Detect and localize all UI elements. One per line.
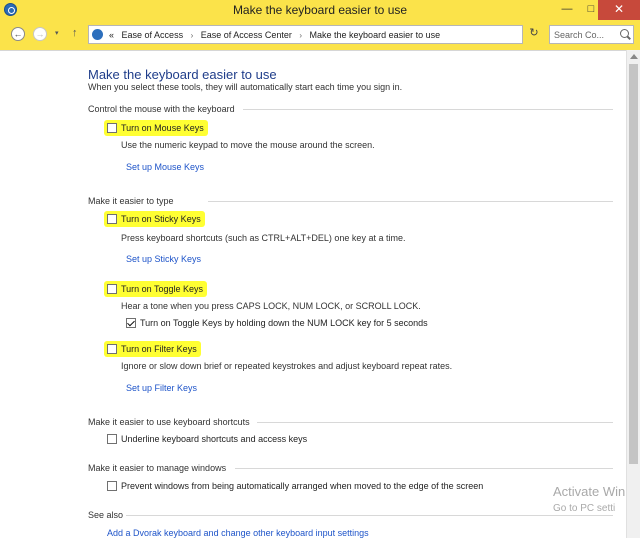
vertical-scrollbar[interactable]: [626, 50, 640, 538]
filter-keys-description: Ignore or slow down brief or repeated ke…: [121, 361, 453, 371]
section-heading-see-also: See also: [88, 510, 124, 520]
scroll-up-arrow[interactable]: [630, 54, 638, 59]
forward-button[interactable]: →: [33, 27, 47, 41]
filter-keys-checkbox-row[interactable]: Turn on Filter Keys: [104, 341, 201, 357]
mouse-keys-checkbox[interactable]: [107, 123, 117, 133]
section-divider: [257, 422, 613, 423]
toggle-keys-checkbox[interactable]: [107, 284, 117, 294]
breadcrumb-separator[interactable]: ›: [191, 31, 194, 40]
toggle-keys-label[interactable]: Turn on Toggle Keys: [121, 284, 203, 294]
breadcrumb-overflow[interactable]: «: [109, 30, 114, 40]
back-button[interactable]: ←: [11, 27, 25, 41]
section-divider: [235, 468, 613, 469]
sticky-keys-checkbox-row[interactable]: Turn on Sticky Keys: [104, 211, 205, 227]
prevent-arrange-checkbox[interactable]: [107, 481, 117, 491]
window-title: Make the keyboard easier to use: [232, 3, 408, 17]
sticky-keys-label[interactable]: Turn on Sticky Keys: [121, 214, 201, 224]
page-intro: When you select these tools, they will a…: [88, 82, 403, 92]
dvorak-keyboard-link[interactable]: Add a Dvorak keyboard and change other k…: [107, 528, 369, 538]
search-input[interactable]: [554, 28, 616, 41]
address-bar[interactable]: « › Ease of Access › Ease of Access Cent…: [88, 25, 597, 44]
setup-sticky-keys-link[interactable]: Set up Sticky Keys: [126, 254, 201, 264]
minimize-button[interactable]: —: [554, 0, 580, 20]
navigation-bar: ← → ▾ ↑ « › Ease of Access › Ease of Acc…: [0, 20, 640, 50]
mouse-keys-checkbox-row[interactable]: Turn on Mouse Keys: [104, 120, 208, 136]
section-heading-typing: Make it easier to type: [88, 196, 174, 206]
control-panel-icon: [92, 29, 103, 40]
underline-shortcuts-checkbox-row[interactable]: Underline keyboard shortcuts and access …: [107, 434, 307, 444]
mouse-keys-label[interactable]: Turn on Mouse Keys: [121, 123, 204, 133]
section-divider: [208, 201, 613, 202]
breadcrumb-ease-of-access-center[interactable]: Ease of Access Center: [201, 30, 292, 40]
prevent-arrange-checkbox-row[interactable]: Prevent windows from being automatically…: [107, 481, 483, 491]
recent-locations-dropdown[interactable]: ▾: [55, 29, 59, 37]
toggle-keys-hold-label[interactable]: Turn on Toggle Keys by holding down the …: [140, 318, 428, 328]
search-icon[interactable]: [620, 29, 629, 38]
filter-keys-checkbox[interactable]: [107, 344, 117, 354]
breadcrumb: « › Ease of Access › Ease of Access Cent…: [109, 30, 440, 40]
section-heading-shortcuts: Make it easier to use keyboard shortcuts: [88, 417, 250, 427]
sticky-keys-description: Press keyboard shortcuts (such as CTRL+A…: [121, 233, 406, 243]
toggle-keys-description: Hear a tone when you press CAPS LOCK, NU…: [121, 301, 421, 311]
breadcrumb-separator[interactable]: ›: [299, 31, 302, 40]
search-box[interactable]: [549, 25, 634, 44]
sticky-keys-checkbox[interactable]: [107, 214, 117, 224]
activation-watermark-subtitle: Go to PC setti: [553, 503, 616, 514]
toggle-keys-checkbox-row[interactable]: Turn on Toggle Keys: [104, 281, 208, 297]
title-bar: Make the keyboard easier to use — □ ✕: [0, 0, 640, 20]
refresh-button[interactable]: ↻: [525, 25, 543, 44]
toggle-keys-hold-checkbox[interactable]: [126, 318, 136, 328]
section-heading-windows: Make it easier to manage windows: [88, 463, 227, 473]
breadcrumb-ease-of-access[interactable]: Ease of Access: [122, 30, 184, 40]
up-button[interactable]: ↑: [72, 27, 78, 39]
section-divider: [243, 109, 613, 110]
setup-mouse-keys-link[interactable]: Set up Mouse Keys: [126, 162, 204, 172]
mouse-keys-description: Use the numeric keypad to move the mouse…: [121, 140, 375, 150]
filter-keys-label[interactable]: Turn on Filter Keys: [121, 344, 197, 354]
page-title: Make the keyboard easier to use: [88, 67, 277, 82]
activation-watermark-title: Activate Win: [553, 484, 626, 499]
scrollbar-thumb[interactable]: [629, 64, 638, 464]
section-divider: [126, 515, 613, 516]
section-heading-mouse: Control the mouse with the keyboard: [88, 104, 235, 114]
breadcrumb-current-page[interactable]: Make the keyboard easier to use: [310, 30, 441, 40]
setup-filter-keys-link[interactable]: Set up Filter Keys: [126, 383, 197, 393]
toggle-keys-hold-checkbox-row[interactable]: Turn on Toggle Keys by holding down the …: [126, 318, 428, 328]
underline-shortcuts-checkbox[interactable]: [107, 434, 117, 444]
underline-shortcuts-label[interactable]: Underline keyboard shortcuts and access …: [121, 434, 307, 444]
prevent-arrange-label[interactable]: Prevent windows from being automatically…: [121, 481, 483, 491]
close-button[interactable]: ✕: [598, 0, 640, 20]
